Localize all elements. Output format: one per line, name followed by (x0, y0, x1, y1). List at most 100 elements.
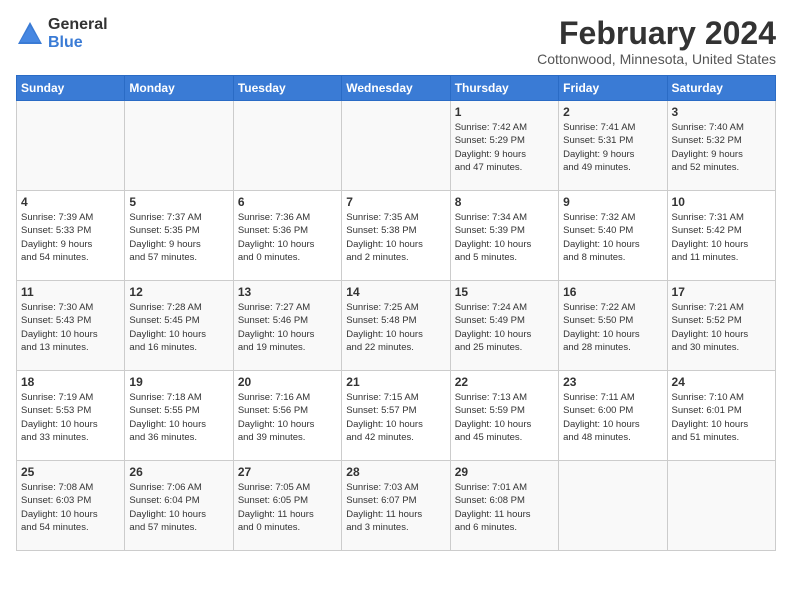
weekday-header-sunday: Sunday (17, 76, 125, 101)
day-number: 19 (129, 375, 228, 389)
day-number: 16 (563, 285, 662, 299)
calendar-cell: 25Sunrise: 7:08 AM Sunset: 6:03 PM Dayli… (17, 461, 125, 551)
day-info: Sunrise: 7:40 AM Sunset: 5:32 PM Dayligh… (672, 121, 771, 174)
day-info: Sunrise: 7:25 AM Sunset: 5:48 PM Dayligh… (346, 301, 445, 354)
calendar-cell: 17 Sunrise: 7:21 AM Sunset: 5:52 PM Dayli… (667, 281, 775, 371)
day-number: 12 (129, 285, 228, 299)
day-info: Sunrise: 7:06 AM Sunset: 6:04 PM Dayligh… (129, 481, 228, 534)
day-number: 11 (21, 285, 120, 299)
calendar-cell: 26 Sunrise: 7:06 AM Sunset: 6:04 PM Dayli… (125, 461, 233, 551)
day-info: Sunrise: 7:35 AM Sunset: 5:38 PM Dayligh… (346, 211, 445, 264)
calendar-cell (559, 461, 667, 551)
day-info: Sunrise: 7:05 AM Sunset: 6:05 PM Dayligh… (238, 481, 337, 534)
day-number: 23 (563, 375, 662, 389)
calendar-cell: 29 Sunrise: 7:01 AM Sunset: 6:08 PM Dayli… (450, 461, 558, 551)
calendar-cell: 16 Sunrise: 7:22 AM Sunset: 5:50 PM Dayli… (559, 281, 667, 371)
day-number: 13 (238, 285, 337, 299)
day-info: Sunrise: 7:21 AM Sunset: 5:52 PM Dayligh… (672, 301, 771, 354)
day-info: Sunrise: 7:24 AM Sunset: 5:49 PM Dayligh… (455, 301, 554, 354)
calendar-cell: 8 Sunrise: 7:34 AM Sunset: 5:39 PM Daylig… (450, 191, 558, 281)
calendar-cell (667, 461, 775, 551)
weekday-row: SundayMondayTuesdayWednesdayThursdayFrid… (17, 76, 776, 101)
calendar-body: 1Sunrise: 7:42 AM Sunset: 5:29 PM Daylig… (17, 101, 776, 551)
calendar-week-4: 18Sunrise: 7:19 AM Sunset: 5:53 PM Dayli… (17, 371, 776, 461)
calendar-cell: 27 Sunrise: 7:05 AM Sunset: 6:05 PM Dayli… (233, 461, 341, 551)
calendar-cell: 3 Sunrise: 7:40 AM Sunset: 5:32 PM Daylig… (667, 101, 775, 191)
calendar-cell: 15Sunrise: 7:24 AM Sunset: 5:49 PM Dayli… (450, 281, 558, 371)
calendar-cell: 14 Sunrise: 7:25 AM Sunset: 5:48 PM Dayli… (342, 281, 450, 371)
day-info: Sunrise: 7:41 AM Sunset: 5:31 PM Dayligh… (563, 121, 662, 174)
calendar-subtitle: Cottonwood, Minnesota, United States (537, 51, 776, 67)
day-info: Sunrise: 7:31 AM Sunset: 5:42 PM Dayligh… (672, 211, 771, 264)
calendar-cell: 10Sunrise: 7:31 AM Sunset: 5:42 PM Dayli… (667, 191, 775, 281)
day-number: 14 (346, 285, 445, 299)
day-number: 27 (238, 465, 337, 479)
day-info: Sunrise: 7:10 AM Sunset: 6:01 PM Dayligh… (672, 391, 771, 444)
day-info: Sunrise: 7:01 AM Sunset: 6:08 PM Dayligh… (455, 481, 554, 534)
day-number: 20 (238, 375, 337, 389)
calendar-cell: 9 Sunrise: 7:32 AM Sunset: 5:40 PM Daylig… (559, 191, 667, 281)
calendar-cell (233, 101, 341, 191)
calendar-week-2: 4Sunrise: 7:39 AM Sunset: 5:33 PM Daylig… (17, 191, 776, 281)
calendar-week-5: 25Sunrise: 7:08 AM Sunset: 6:03 PM Dayli… (17, 461, 776, 551)
page-header: General Blue February 2024 Cottonwood, M… (16, 16, 776, 67)
day-number: 25 (21, 465, 120, 479)
day-info: Sunrise: 7:18 AM Sunset: 5:55 PM Dayligh… (129, 391, 228, 444)
calendar-cell (17, 101, 125, 191)
calendar-cell: 12 Sunrise: 7:28 AM Sunset: 5:45 PM Dayli… (125, 281, 233, 371)
weekday-header-wednesday: Wednesday (342, 76, 450, 101)
calendar-cell (125, 101, 233, 191)
day-number: 21 (346, 375, 445, 389)
day-info: Sunrise: 7:11 AM Sunset: 6:00 PM Dayligh… (563, 391, 662, 444)
calendar-title: February 2024 (537, 16, 776, 51)
calendar-cell: 22 Sunrise: 7:13 AM Sunset: 5:59 PM Dayli… (450, 371, 558, 461)
weekday-header-saturday: Saturday (667, 76, 775, 101)
day-number: 26 (129, 465, 228, 479)
calendar-week-1: 1Sunrise: 7:42 AM Sunset: 5:29 PM Daylig… (17, 101, 776, 191)
calendar-table: SundayMondayTuesdayWednesdayThursdayFrid… (16, 75, 776, 551)
calendar-cell: 28Sunrise: 7:03 AM Sunset: 6:07 PM Dayli… (342, 461, 450, 551)
day-number: 17 (672, 285, 771, 299)
title-area: February 2024 Cottonwood, Minnesota, Uni… (537, 16, 776, 67)
calendar-cell: 20Sunrise: 7:16 AM Sunset: 5:56 PM Dayli… (233, 371, 341, 461)
day-number: 8 (455, 195, 554, 209)
day-info: Sunrise: 7:39 AM Sunset: 5:33 PM Dayligh… (21, 211, 120, 264)
calendar-cell: 4Sunrise: 7:39 AM Sunset: 5:33 PM Daylig… (17, 191, 125, 281)
weekday-header-thursday: Thursday (450, 76, 558, 101)
day-number: 7 (346, 195, 445, 209)
calendar-week-3: 11Sunrise: 7:30 AM Sunset: 5:43 PM Dayli… (17, 281, 776, 371)
day-info: Sunrise: 7:13 AM Sunset: 5:59 PM Dayligh… (455, 391, 554, 444)
logo-text: General Blue (48, 16, 108, 51)
calendar-header: SundayMondayTuesdayWednesdayThursdayFrid… (17, 76, 776, 101)
day-number: 22 (455, 375, 554, 389)
calendar-cell: 6Sunrise: 7:36 AM Sunset: 5:36 PM Daylig… (233, 191, 341, 281)
day-number: 2 (563, 105, 662, 119)
day-number: 18 (21, 375, 120, 389)
weekday-header-friday: Friday (559, 76, 667, 101)
logo-blue-text: Blue (48, 34, 108, 52)
day-info: Sunrise: 7:37 AM Sunset: 5:35 PM Dayligh… (129, 211, 228, 264)
calendar-cell: 11Sunrise: 7:30 AM Sunset: 5:43 PM Dayli… (17, 281, 125, 371)
weekday-header-monday: Monday (125, 76, 233, 101)
day-number: 24 (672, 375, 771, 389)
day-info: Sunrise: 7:22 AM Sunset: 5:50 PM Dayligh… (563, 301, 662, 354)
day-number: 5 (129, 195, 228, 209)
calendar-cell: 18Sunrise: 7:19 AM Sunset: 5:53 PM Dayli… (17, 371, 125, 461)
day-info: Sunrise: 7:27 AM Sunset: 5:46 PM Dayligh… (238, 301, 337, 354)
calendar-cell: 5 Sunrise: 7:37 AM Sunset: 5:35 PM Daylig… (125, 191, 233, 281)
day-info: Sunrise: 7:28 AM Sunset: 5:45 PM Dayligh… (129, 301, 228, 354)
day-number: 29 (455, 465, 554, 479)
calendar-cell: 1Sunrise: 7:42 AM Sunset: 5:29 PM Daylig… (450, 101, 558, 191)
day-info: Sunrise: 7:36 AM Sunset: 5:36 PM Dayligh… (238, 211, 337, 264)
day-info: Sunrise: 7:15 AM Sunset: 5:57 PM Dayligh… (346, 391, 445, 444)
calendar-cell: 2 Sunrise: 7:41 AM Sunset: 5:31 PM Daylig… (559, 101, 667, 191)
day-info: Sunrise: 7:32 AM Sunset: 5:40 PM Dayligh… (563, 211, 662, 264)
calendar-cell: 23 Sunrise: 7:11 AM Sunset: 6:00 PM Dayli… (559, 371, 667, 461)
day-number: 9 (563, 195, 662, 209)
day-number: 28 (346, 465, 445, 479)
day-info: Sunrise: 7:34 AM Sunset: 5:39 PM Dayligh… (455, 211, 554, 264)
calendar-cell: 21 Sunrise: 7:15 AM Sunset: 5:57 PM Dayli… (342, 371, 450, 461)
weekday-header-tuesday: Tuesday (233, 76, 341, 101)
calendar-cell: 7 Sunrise: 7:35 AM Sunset: 5:38 PM Daylig… (342, 191, 450, 281)
day-number: 3 (672, 105, 771, 119)
